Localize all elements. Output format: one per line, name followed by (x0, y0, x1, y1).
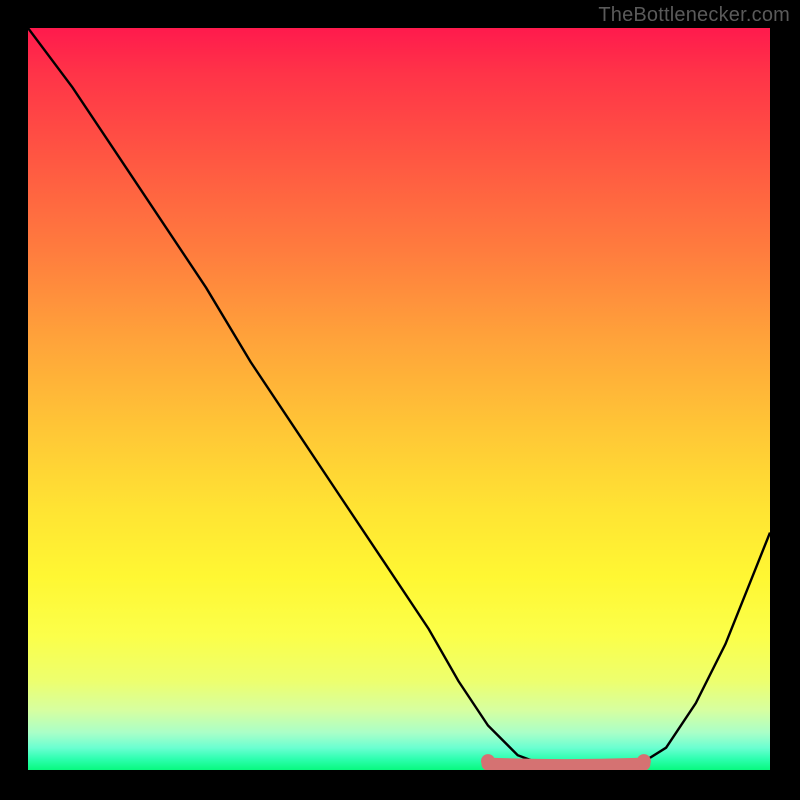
attribution-text: TheBottlenecker.com (598, 4, 790, 27)
bottleneck-curve-svg (28, 28, 770, 770)
bottleneck-curve-path (28, 28, 770, 768)
optimal-zone-dot-right (637, 754, 651, 768)
optimal-zone-dot-left (481, 754, 495, 768)
chart-plot-area (28, 28, 770, 770)
optimal-zone-highlight (488, 764, 644, 766)
